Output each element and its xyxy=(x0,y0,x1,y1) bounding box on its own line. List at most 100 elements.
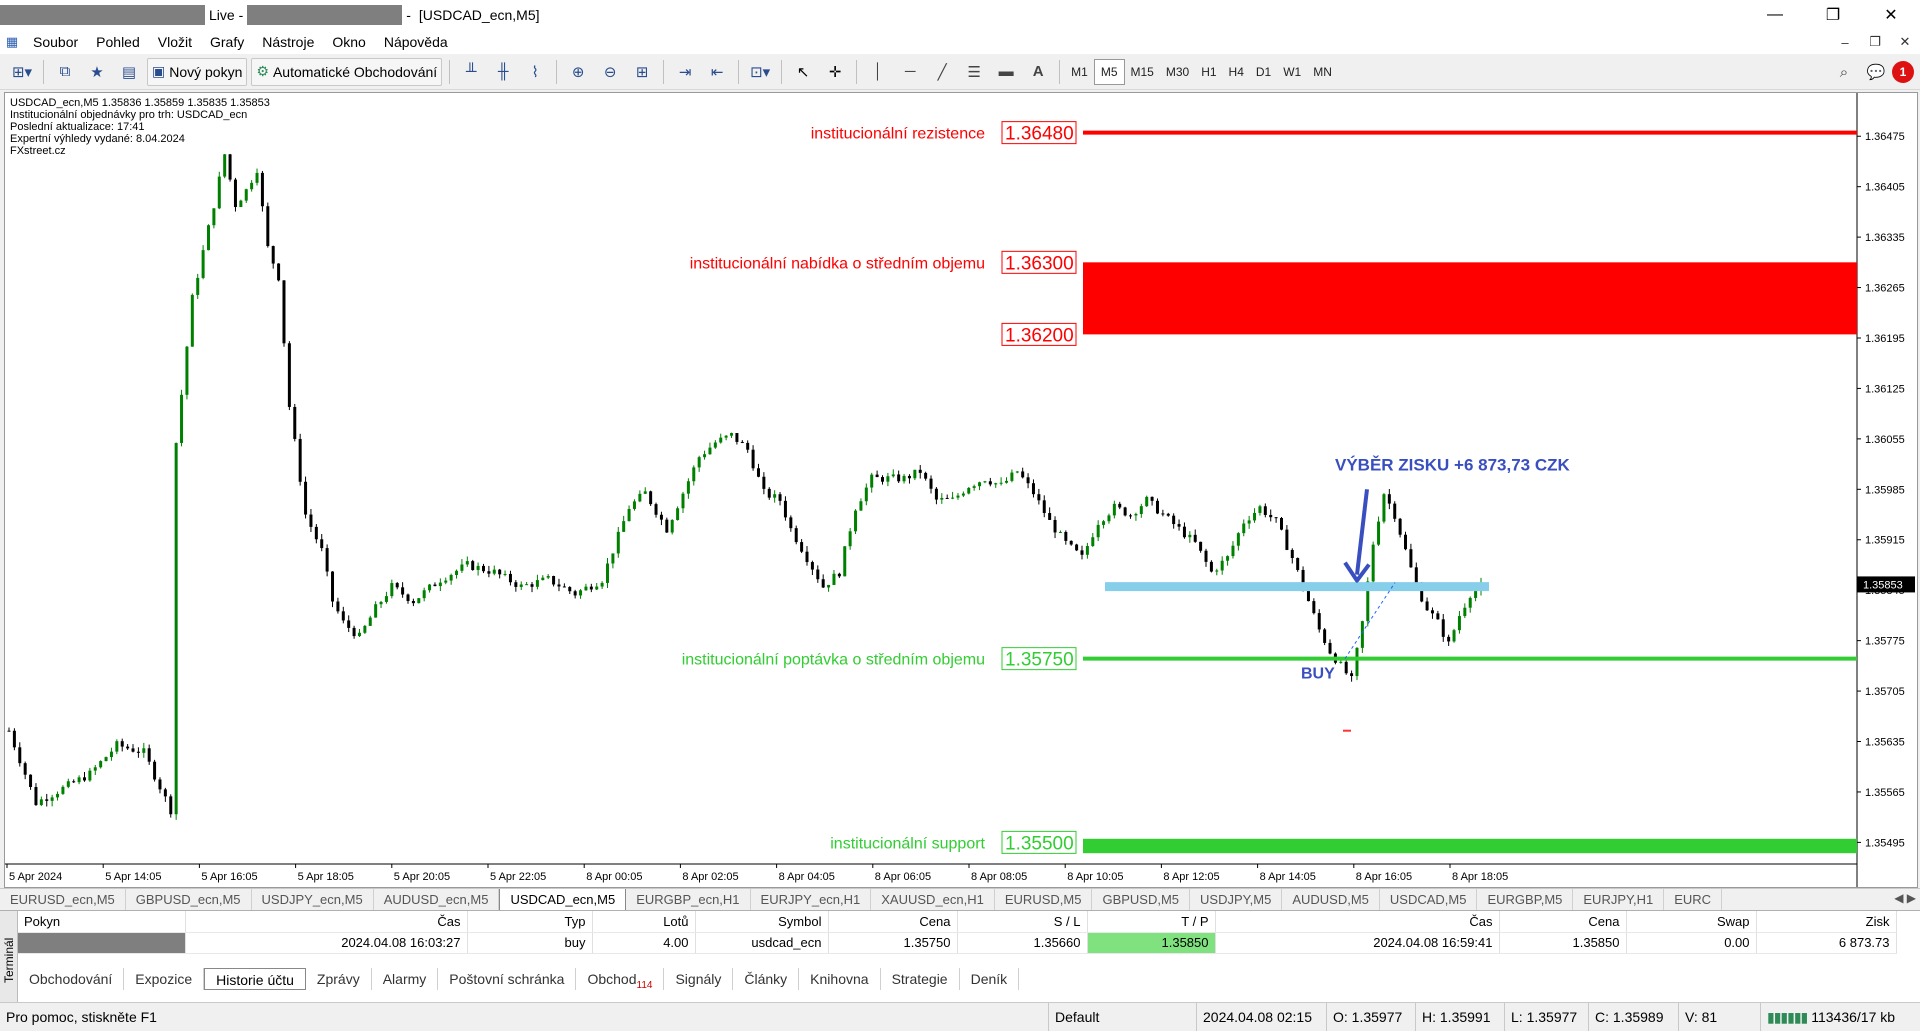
tile-windows-icon[interactable]: ⊞ xyxy=(628,58,656,86)
tab-historie-uctu[interactable]: Historie účtu xyxy=(204,968,306,990)
child-close-button[interactable]: ✕ xyxy=(1890,34,1920,50)
timeframe-m5[interactable]: M5 xyxy=(1093,58,1125,85)
cell-tp: 1.35850 xyxy=(1087,932,1216,954)
chart-tab[interactable]: EURUSD_ecn,M5 xyxy=(0,889,126,911)
candle xyxy=(1031,483,1035,495)
col-lots[interactable]: Lotů xyxy=(592,911,696,933)
child-restore-button[interactable]: ❐ xyxy=(1860,34,1890,50)
rectangle-icon[interactable]: ▬ xyxy=(992,58,1020,86)
timeframe-m1[interactable]: M1 xyxy=(1065,59,1094,85)
col-close-time[interactable]: Čas xyxy=(1215,911,1500,933)
restore-button[interactable]: ❐ xyxy=(1804,0,1862,30)
tab-obchod[interactable]: Obchod114 xyxy=(576,968,665,991)
minimize-button[interactable]: — xyxy=(1746,0,1804,30)
col-type[interactable]: Typ xyxy=(467,911,593,933)
line-chart-icon[interactable]: ⌇ xyxy=(521,58,549,86)
col-symbol[interactable]: Symbol xyxy=(695,911,829,933)
chart-tab[interactable]: EURC xyxy=(1664,889,1723,911)
chart-tab[interactable]: AUDUSD_ecn,M5 xyxy=(374,889,500,911)
menu-okno[interactable]: Okno xyxy=(323,34,374,50)
crosshair-icon[interactable]: ✛ xyxy=(821,58,849,86)
menu-pohled[interactable]: Pohled xyxy=(87,34,149,50)
timeframe-h4[interactable]: H4 xyxy=(1223,59,1250,85)
chart-tab[interactable]: AUDUSD,M5 xyxy=(1282,889,1380,911)
cursor-icon[interactable]: ↖ xyxy=(789,58,817,86)
new-chart-icon[interactable]: ⊞▾ xyxy=(8,58,36,86)
chart-tab[interactable]: GBPUSD,M5 xyxy=(1092,889,1191,911)
tab-knihovna[interactable]: Knihovna xyxy=(799,968,881,990)
candle xyxy=(1377,521,1381,545)
channel-icon[interactable]: ☰ xyxy=(960,58,988,86)
trendline-icon[interactable]: ╱ xyxy=(928,58,956,86)
navigator-icon[interactable]: ▤ xyxy=(115,58,143,86)
profiles-icon[interactable]: ⧉ xyxy=(51,58,79,86)
tab-expozice[interactable]: Expozice xyxy=(124,968,205,990)
tab-obchodovani[interactable]: Obchodování xyxy=(18,968,125,990)
chart-tab[interactable]: USDCAD,M5 xyxy=(1380,889,1478,911)
chart-info: USDCAD_ecn,M5 1.35836 1.35859 1.35835 1.… xyxy=(10,97,270,157)
tab-clanky[interactable]: Články xyxy=(733,968,800,990)
chart-tab[interactable]: USDJPY,M5 xyxy=(1190,889,1283,911)
auto-trading-button[interactable]: ⚙ Automatické Obchodování xyxy=(251,57,443,86)
candle xyxy=(659,514,663,520)
col-sl[interactable]: S / L xyxy=(957,911,1088,933)
menu-napoveda[interactable]: Nápověda xyxy=(375,34,457,50)
search-icon[interactable]: ⌕ xyxy=(1830,58,1858,86)
candle xyxy=(902,475,906,482)
zoom-in-icon[interactable]: ⊕ xyxy=(564,58,592,86)
menu-grafy[interactable]: Grafy xyxy=(201,34,253,50)
col-price[interactable]: Cena xyxy=(828,911,958,933)
favorites-icon[interactable]: ★ xyxy=(83,58,111,86)
status-low: L: 1.35977 xyxy=(1504,1002,1588,1031)
timeframe-d1[interactable]: D1 xyxy=(1250,59,1277,85)
child-minimize-button[interactable]: – xyxy=(1830,35,1860,50)
tab-signaly[interactable]: Signály xyxy=(664,968,734,990)
text-tool-icon[interactable]: A xyxy=(1024,58,1052,86)
tab-scroll-arrows-icon[interactable]: ◀ ▶ xyxy=(1894,891,1916,905)
chat-icon[interactable]: 💬 xyxy=(1862,58,1890,86)
col-profit[interactable]: Zisk xyxy=(1756,911,1897,933)
col-close-price[interactable]: Cena xyxy=(1499,911,1627,933)
candle-chart-icon[interactable]: ╫ xyxy=(489,58,517,86)
bar-chart-icon[interactable]: ╨ xyxy=(457,58,485,86)
menu-soubor[interactable]: Soubor xyxy=(24,34,87,50)
auto-scroll-icon[interactable]: ⇥ xyxy=(671,58,699,86)
tab-zpravy[interactable]: Zprávy xyxy=(306,968,372,990)
tab-denik[interactable]: Deník xyxy=(960,968,1020,990)
status-high: H: 1.35991 xyxy=(1415,1002,1504,1031)
col-swap[interactable]: Swap xyxy=(1626,911,1757,933)
chart-tab[interactable]: EURGBP_ecn,H1 xyxy=(626,889,751,911)
menu-nastroje[interactable]: Nástroje xyxy=(253,34,323,50)
chart-tab[interactable]: EURJPY,H1 xyxy=(1573,889,1665,911)
chart-tab[interactable]: XAUUSD_ecn,H1 xyxy=(871,889,995,911)
col-time[interactable]: Čas xyxy=(185,911,468,933)
zoom-out-icon[interactable]: ⊖ xyxy=(596,58,624,86)
indicators-icon[interactable]: ⊡▾ xyxy=(746,58,774,86)
horizontal-line-icon[interactable]: ─ xyxy=(896,58,924,86)
chart-tab[interactable]: EURGBP,M5 xyxy=(1477,889,1574,911)
chart-tab[interactable]: USDJPY_ecn,M5 xyxy=(252,889,374,911)
notification-badge[interactable]: 1 xyxy=(1892,61,1914,83)
timeframe-m30[interactable]: M30 xyxy=(1160,59,1195,85)
price-chart[interactable]: 1.36475 1.36405 1.36335 1.36265 1.36195 1.361… xyxy=(5,93,1917,887)
tab-postovni-schranka[interactable]: Poštovní schránka xyxy=(438,968,577,990)
table-row[interactable]: 2024.04.08 16:03:27 buy 4.00 usdcad_ecn … xyxy=(18,932,1897,954)
close-button[interactable]: ✕ xyxy=(1862,0,1920,30)
tab-alarmy[interactable]: Alarmy xyxy=(372,968,439,990)
vertical-line-icon[interactable]: │ xyxy=(864,58,892,86)
col-tp[interactable]: T / P xyxy=(1087,911,1216,933)
chart-tab[interactable]: EURUSD,M5 xyxy=(995,889,1093,911)
chart-tab[interactable]: EURJPY_ecn,H1 xyxy=(751,889,872,911)
timeframe-w1[interactable]: W1 xyxy=(1277,59,1307,85)
chart-tab[interactable]: USDCAD_ecn,M5 xyxy=(499,889,627,911)
timeframe-m15[interactable]: M15 xyxy=(1125,59,1160,85)
chart-window[interactable]: 1.36475 1.36405 1.36335 1.36265 1.36195 1.361… xyxy=(4,92,1918,888)
timeframe-mn[interactable]: MN xyxy=(1307,59,1338,85)
chart-tab[interactable]: GBPUSD_ecn,M5 xyxy=(126,889,252,911)
chart-shift-icon[interactable]: ⇤ xyxy=(703,58,731,86)
timeframe-h1[interactable]: H1 xyxy=(1195,59,1222,85)
menu-vlozit[interactable]: Vložit xyxy=(149,34,201,50)
tab-strategie[interactable]: Strategie xyxy=(881,968,960,990)
col-order[interactable]: Pokyn xyxy=(18,911,186,933)
new-order-button[interactable]: ▣ Nový pokyn xyxy=(147,57,248,86)
